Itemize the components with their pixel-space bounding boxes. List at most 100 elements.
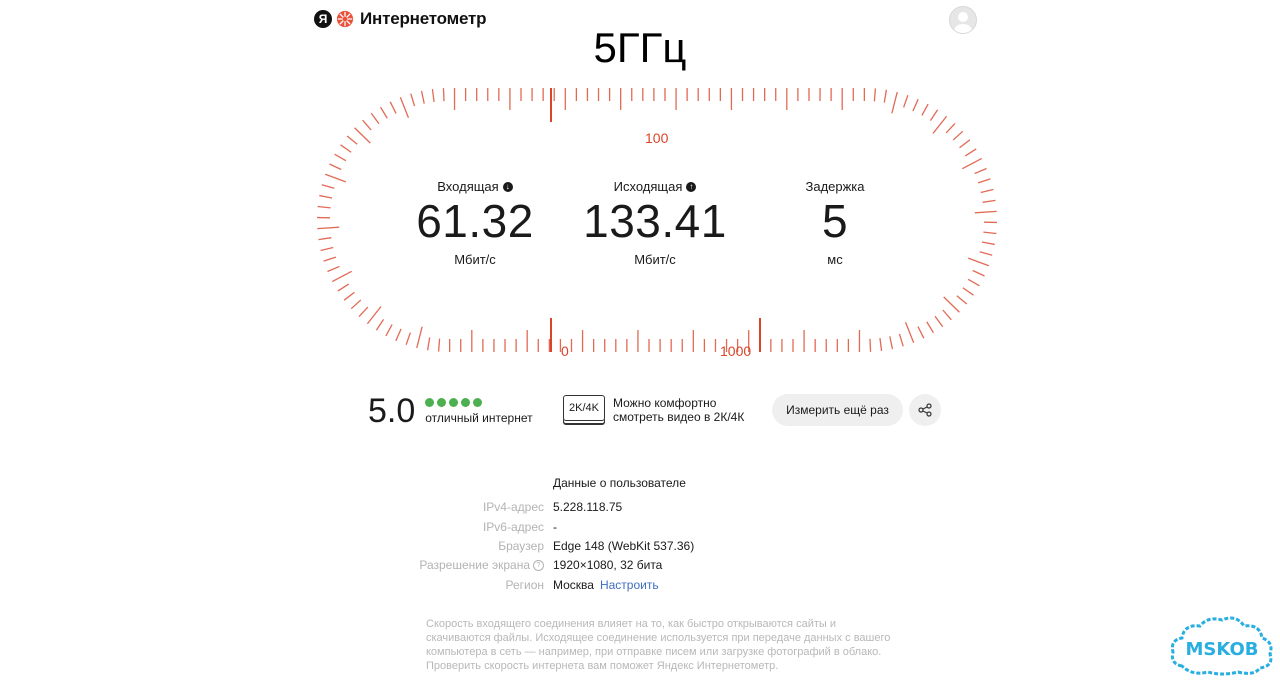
score-text: отличный интернет: [425, 411, 533, 425]
latency-label: Задержка: [805, 179, 865, 194]
gauge-tick: [934, 315, 944, 328]
gauge-tick: [317, 226, 340, 230]
info-key: Регион: [505, 578, 544, 592]
gauge-tick: [362, 119, 372, 131]
gauge-tick: [962, 157, 983, 170]
gauge-tick: [982, 199, 996, 203]
gauge-tick: [883, 89, 888, 103]
gauge-tick: [385, 324, 393, 337]
info-row-region: Регион Москва Настроить: [380, 578, 880, 592]
gauge-tick: [977, 178, 991, 184]
gauge-label-100: 100: [645, 130, 669, 146]
video-text-line2: смотреть видео в 2К/4К: [613, 410, 745, 424]
gauge-tick: [974, 167, 987, 175]
gauge-tick: [334, 153, 347, 162]
score-stars: [425, 398, 532, 407]
gauge-tick: [442, 88, 445, 102]
gauge-tick: [324, 173, 347, 183]
latency-label-wrap: Задержка: [755, 179, 915, 194]
info-value: 1920×1080, 32 бита: [553, 558, 663, 572]
info-value: Москва: [553, 578, 594, 592]
gauge-tick: [979, 251, 993, 256]
info-row-browser: Браузер Edge 148 (WebKit 537.36): [380, 539, 880, 553]
gauge-tick: [346, 135, 358, 145]
info-value: -: [553, 520, 557, 534]
gauge-tick: [405, 332, 411, 346]
gauge-tick: [983, 231, 997, 235]
gauge-tick: [337, 283, 350, 292]
gauge-tick: [945, 122, 956, 134]
gauge-tick: [320, 246, 334, 252]
measure-again-button[interactable]: Измерить ещё раз: [772, 394, 903, 426]
info-row-resolution: Разрешение экрана? 1920×1080, 32 бита: [380, 558, 880, 572]
user-info-title: Данные о пользователе: [553, 476, 686, 490]
gauge-tick: [426, 337, 431, 351]
gauge-tick: [912, 98, 919, 112]
info-value: 5.228.118.75: [553, 500, 623, 514]
download-arrow-icon: ↓: [502, 181, 513, 192]
gauge-tick: [921, 103, 929, 116]
gauge-tick: [959, 139, 971, 149]
gauge-tick: [327, 265, 340, 273]
star-icon: [437, 398, 447, 407]
download-label: Входящая: [437, 179, 499, 194]
star-icon: [425, 398, 435, 407]
star-icon: [473, 398, 483, 407]
gauge-tick: [321, 184, 335, 189]
info-row-ipv4: IPv4-адрес 5.228.118.75: [380, 500, 880, 514]
gauge-tick: [929, 109, 939, 121]
info-value: Edge 148 (WebKit 537.36): [553, 539, 695, 553]
footer-description: Скорость входящего соединения влияет на …: [426, 618, 891, 672]
gauge-tick: [981, 241, 995, 246]
upload-label: Исходящая: [613, 179, 683, 194]
gauge-tick: [974, 210, 997, 214]
gauge-tick: [416, 326, 423, 349]
gauge-tick: [331, 270, 352, 283]
latency-value: 5: [821, 195, 849, 247]
info-key: IPv4-адрес: [482, 500, 544, 514]
help-icon[interactable]: ?: [533, 560, 544, 572]
download-unit: Мбит/с: [454, 252, 496, 267]
gauge-tick: [343, 291, 355, 301]
gauge-tick: [395, 328, 402, 342]
gauge-tick: [873, 88, 877, 102]
gauge-tick: [967, 257, 990, 267]
upload-value: 133.41: [583, 195, 727, 247]
gauge-tick: [370, 112, 380, 125]
gauge-tick: [952, 130, 964, 141]
share-button[interactable]: [909, 394, 941, 426]
gauge-tick: [898, 333, 904, 347]
gauge-tick: [943, 296, 960, 313]
gauge-tick: [375, 319, 385, 331]
gauge-tick: [318, 237, 332, 241]
latency-unit: мс: [827, 252, 843, 267]
share-icon: [918, 403, 932, 417]
score-details: отличный интернет: [425, 398, 533, 425]
gauge-tick: [956, 295, 968, 305]
region-settings-link[interactable]: Настроить: [600, 578, 659, 592]
gauge-tick: [319, 194, 333, 199]
gauge-tick: [980, 188, 994, 194]
gauge-tick: [431, 88, 435, 103]
video-text-line1: Можно комфортно: [613, 396, 717, 410]
quality-score: 5.0 отличный интернет: [368, 392, 533, 431]
gauge-tick: [437, 338, 441, 352]
gauge-tick: [317, 205, 331, 209]
gauge-tick: [889, 336, 894, 350]
upload-arrow-icon: ↑: [686, 181, 697, 192]
gauge-tick: [340, 144, 352, 153]
gauge-tick: [323, 256, 337, 262]
svg-text:MSKOB: MSKOB: [1185, 639, 1258, 660]
download-label-wrap: Входящая ↓: [395, 179, 555, 194]
gauge-tick: [942, 309, 952, 321]
gauge-tick: [420, 90, 425, 104]
gauge-tick: [964, 148, 977, 157]
star-icon: [449, 398, 459, 407]
video-quality-text: Можно комфортно смотреть видео в 2К/4К: [613, 396, 744, 424]
gauge-tick: [904, 322, 915, 343]
info-key: Браузер: [498, 539, 544, 553]
gauge-tick: [389, 101, 397, 114]
gauge-tick: [932, 115, 948, 134]
gauge-tick: [366, 306, 382, 325]
gauge-tick: [967, 278, 980, 287]
